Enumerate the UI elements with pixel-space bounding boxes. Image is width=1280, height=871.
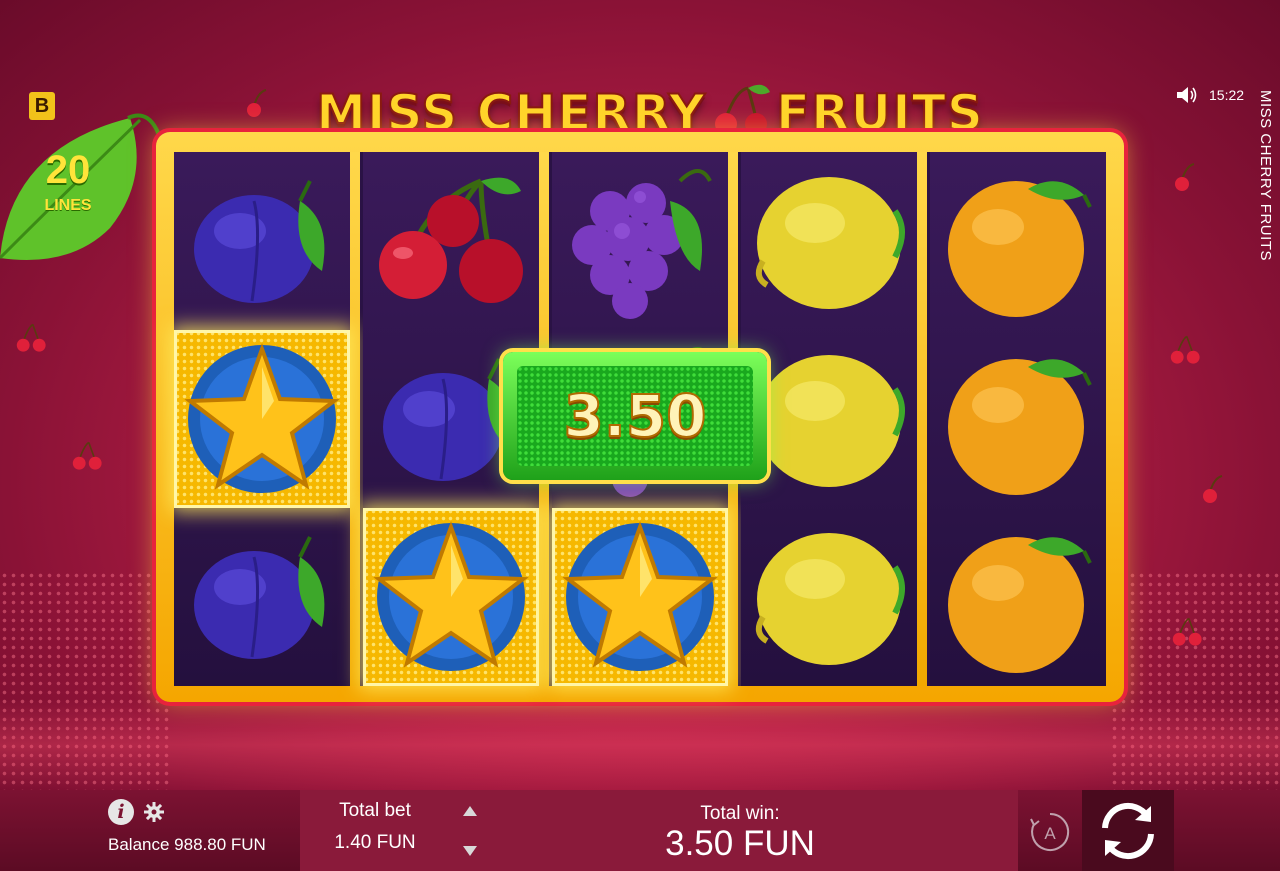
reel-separator: [917, 152, 927, 686]
bet-decrease-button[interactable]: [456, 840, 484, 862]
autoplay-label: A: [1044, 824, 1056, 843]
info-icon[interactable]: i: [108, 799, 134, 825]
cherry-deco-icon: [1170, 335, 1200, 364]
bg-glow: [0, 700, 1280, 790]
grape-symbol: [552, 152, 728, 330]
star-icon: [373, 521, 529, 671]
clock: 15:22: [1209, 87, 1245, 103]
plum-icon: [194, 536, 325, 659]
cherry-deco-icon: [1203, 475, 1223, 503]
lemon-icon: [755, 355, 905, 487]
star-icon: [562, 521, 718, 671]
cherry-deco-icon: [1175, 163, 1195, 191]
plum-icon: [194, 180, 325, 303]
plum-symbol: [174, 152, 350, 330]
orange-symbol: [930, 152, 1106, 330]
win-popup-value: 3.50: [562, 381, 707, 451]
orange-symbol: [930, 508, 1106, 686]
autoplay-button[interactable]: A: [1028, 810, 1072, 854]
spin-refresh-icon: [1102, 802, 1154, 859]
lines-label: LINES: [44, 197, 92, 214]
win-popup: 3.50: [503, 352, 767, 480]
orange-symbol: [930, 330, 1106, 508]
cherry-deco-icon: [16, 323, 46, 352]
star-icon: [184, 343, 340, 493]
orange-icon: [948, 359, 1092, 495]
balance-text: Balance 988.80 FUN: [108, 835, 266, 854]
sound-icon[interactable]: [1176, 86, 1198, 104]
star-symbol: [552, 508, 728, 686]
bet-increase-button[interactable]: [456, 800, 484, 822]
lemon-symbol: [741, 330, 917, 508]
lemon-icon: [755, 177, 905, 309]
plum-symbol: [174, 508, 350, 686]
cherry-deco-icon: [72, 441, 102, 470]
cherry-deco-icon: [247, 89, 267, 117]
orange-icon: [948, 181, 1092, 317]
cherry-deco-icon: [1172, 617, 1202, 646]
total-win-value: 3.50 FUN: [665, 824, 815, 863]
spin-button[interactable]: [1082, 790, 1174, 871]
cherry-icon: [379, 177, 523, 303]
star-symbol: [363, 508, 539, 686]
arrow-down-icon: [463, 846, 477, 856]
total-bet-value: 1.40 FUN: [334, 832, 416, 853]
total-win-label: Total win:: [700, 803, 780, 824]
grape-icon: [572, 169, 712, 319]
cherry-symbol: [363, 152, 539, 330]
orange-icon: [948, 537, 1092, 673]
lemon-symbol: [741, 508, 917, 686]
side-title: MISS CHERRY FRUITS: [1257, 90, 1274, 261]
star-symbol: [174, 330, 350, 508]
lines-count: 20: [45, 148, 91, 192]
total-bet-label: Total bet: [339, 800, 411, 821]
arrow-up-icon: [463, 806, 477, 816]
reel-separator: [350, 152, 360, 686]
lemon-icon: [755, 533, 905, 665]
gear-icon[interactable]: [144, 802, 164, 822]
lemon-symbol: [741, 152, 917, 330]
